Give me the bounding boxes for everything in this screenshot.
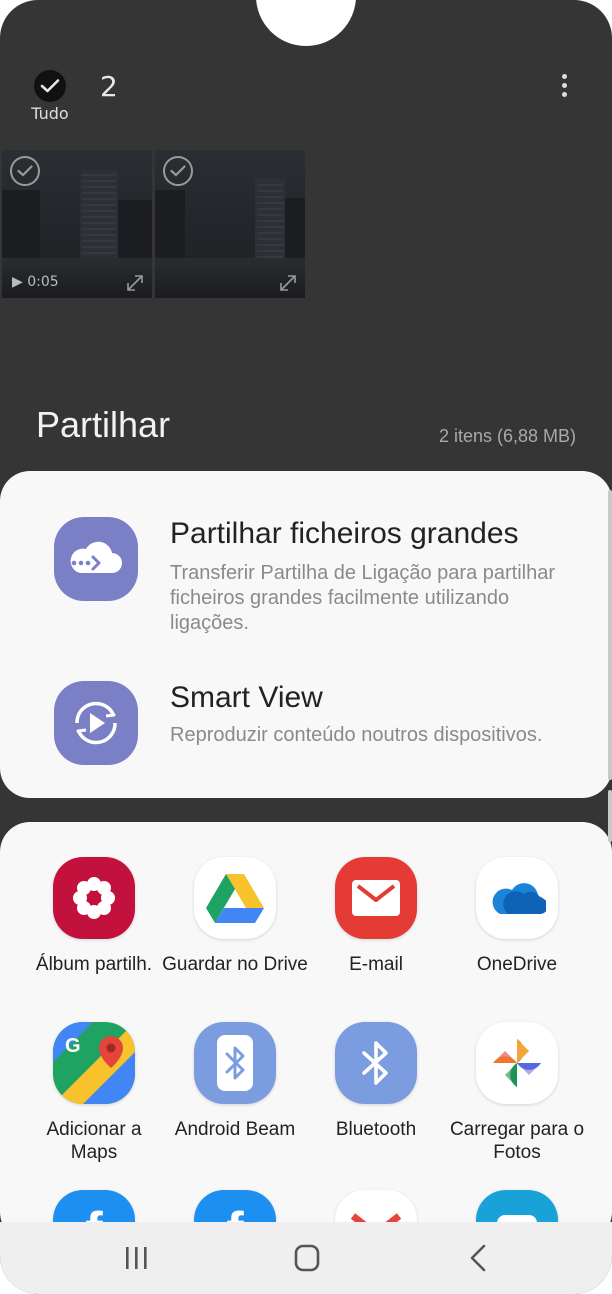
selected-count: 2	[100, 70, 118, 103]
app-label: Carregar para o Fotos	[449, 1119, 585, 1163]
home-icon[interactable]	[287, 1242, 327, 1274]
share-summary: 2 itens (6,88 MB)	[438, 426, 576, 446]
play-icon: ▶	[12, 274, 23, 290]
media-thumbnail[interactable]	[155, 150, 305, 298]
google-maps-icon: G	[53, 1022, 135, 1104]
check-circle-icon	[34, 70, 66, 102]
selected-check-icon[interactable]	[10, 156, 40, 186]
option-smart-view[interactable]: Smart View Reproduzir conteúdo noutros d…	[0, 681, 612, 781]
app-google-drive[interactable]: Guardar no Drive	[162, 857, 308, 976]
smart-view-icon	[54, 681, 138, 765]
app-label: Álbum partilh.	[35, 954, 153, 975]
select-all-label: Tudo	[31, 104, 69, 123]
cloud-link-icon	[54, 517, 138, 601]
select-all-toggle[interactable]: Tudo	[26, 70, 74, 123]
share-options-card: Partilhar ficheiros grandes Transferir P…	[0, 471, 612, 798]
app-label: Adicionar a Maps	[46, 1119, 142, 1163]
notch-corner-left	[212, 0, 260, 48]
app-google-maps[interactable]: G Adicionar a Maps	[21, 1022, 167, 1164]
back-icon[interactable]	[458, 1242, 498, 1274]
selected-check-icon[interactable]	[163, 156, 193, 186]
app-label: Android Beam	[174, 1119, 296, 1140]
option-description: Reproduzir conteúdo noutros dispositivos…	[170, 724, 543, 746]
option-title: Smart View	[170, 681, 323, 714]
google-photos-icon	[476, 1022, 558, 1104]
option-description: Transferir Partilha de Ligação para part…	[170, 562, 556, 634]
bluetooth-icon	[335, 1022, 417, 1104]
app-label: OneDrive	[476, 954, 558, 975]
flower-icon	[53, 857, 135, 939]
app-label: Bluetooth	[335, 1119, 417, 1140]
recent-apps-icon[interactable]	[116, 1242, 156, 1274]
onedrive-cloud-icon	[476, 857, 558, 939]
media-thumbnail[interactable]: ▶ 0:05	[2, 150, 152, 298]
app-onedrive[interactable]: OneDrive	[444, 857, 590, 976]
options-scrollbar[interactable]	[608, 490, 612, 780]
navigation-bar	[0, 1222, 612, 1294]
android-beam-icon	[194, 1022, 276, 1104]
share-screen: Tudo 2 ▶ 0:05 Partilhar 2 itens (6,88 MB…	[0, 0, 612, 1294]
app-bluetooth[interactable]: Bluetooth	[303, 1022, 449, 1141]
app-google-photos[interactable]: Carregar para o Fotos	[444, 1022, 590, 1164]
app-label: E-mail	[349, 954, 403, 975]
app-share-grid: Álbum partilh. Guardar no Drive E-mail O…	[0, 822, 612, 1272]
more-options-icon[interactable]	[552, 74, 576, 104]
option-large-file-share[interactable]: Partilhar ficheiros grandes Transferir P…	[0, 517, 612, 657]
camera-notch	[256, 0, 356, 46]
envelope-icon	[335, 857, 417, 939]
grid-scrollbar[interactable]	[608, 790, 612, 842]
app-email[interactable]: E-mail	[303, 857, 449, 976]
option-title: Partilhar ficheiros grandes	[170, 517, 519, 550]
svg-text:G: G	[65, 1035, 81, 1057]
app-label: Guardar no Drive	[162, 954, 308, 975]
video-duration: ▶ 0:05	[12, 274, 59, 290]
app-android-beam[interactable]: Android Beam	[162, 1022, 308, 1141]
app-album-partilhado[interactable]: Álbum partilh.	[21, 857, 167, 976]
share-title: Partilhar	[36, 404, 171, 445]
google-drive-icon	[194, 857, 276, 939]
expand-icon[interactable]	[279, 274, 297, 292]
expand-icon[interactable]	[126, 274, 144, 292]
notch-corner-right	[352, 0, 400, 48]
